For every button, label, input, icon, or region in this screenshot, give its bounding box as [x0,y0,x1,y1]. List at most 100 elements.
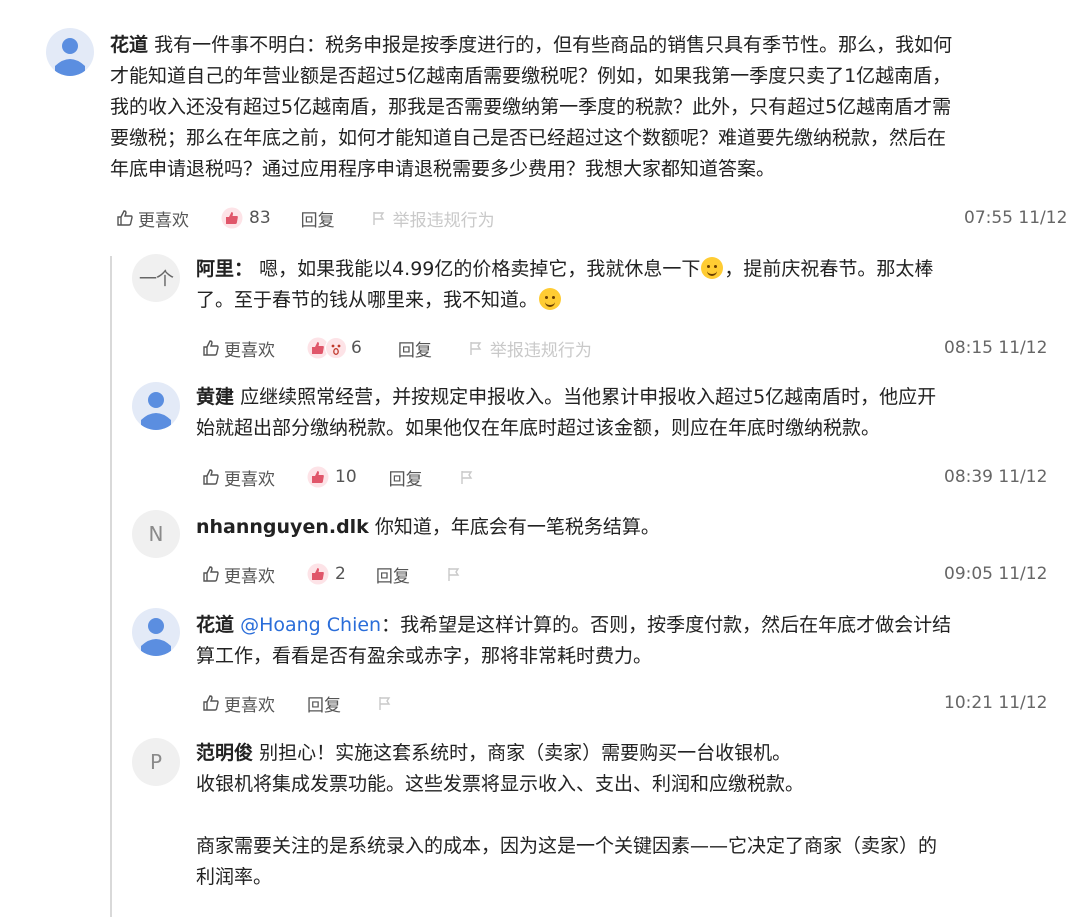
reply-actions: 更喜欢 10 回复 [202,464,475,490]
reply-author[interactable]: 阿里 [196,258,234,280]
thumbs-up-icon [117,210,133,226]
reply-button[interactable]: 回复 [398,336,432,361]
report-label: 举报违规行为 [392,210,495,231]
avatar[interactable]: N [132,510,180,558]
report-label: 举报违规行为 [489,340,592,361]
avatar-initials: P [149,750,163,774]
thread-line [110,256,112,917]
thumbs-up-icon [203,695,219,711]
author-separator: ： [234,258,254,280]
like-button[interactable]: 更喜欢 [202,465,275,490]
reply-text: 阿里： 嗯，如果我能以4.99亿的价格卖掉它，我就休息一下 ，提前庆祝春节。那太棒… [196,254,1056,316]
reply-line: 商家需要关注的是系统录入的成本，因为这是一个关键因素——它决定了商家（卖家）的 [196,835,938,857]
reaction-count[interactable]: 6 [307,337,362,359]
reply-time: 08:15 11/12 [944,338,1048,358]
like-button[interactable]: 更喜欢 [116,206,189,231]
reply-line: 应继续照常经营，并按规定申报收入。当他累计申报收入超过5亿越南盾时，他应开 [240,386,937,408]
flag-icon [448,568,460,581]
reply-text: 花道 @Hoang Chien：我希望是这样计算的。否则，按季度付款，然后在年底… [196,610,1056,672]
reaction-count[interactable]: 2 [307,563,346,585]
reply-author[interactable]: 范明俊 [196,742,253,764]
comment-line: 要缴税；那么在年底之前，如何才能知道自己是否已经超过这个数额呢？难道要先缴纳税款… [110,127,947,149]
comment-line: 才能知道自己的年营业额是否超过5亿越南盾需要缴税呢？例如，如果我第一季度只卖了1… [110,65,952,87]
thumbs-up-icon [203,340,219,356]
report-button[interactable]: 举报违规行为 [468,336,592,361]
reaction-count[interactable]: 83 [221,207,271,229]
reply-line: 始就超出部分缴纳税款。如果他仅在年底时超过该金额，则应在年底时缴纳税款。 [196,417,881,439]
reply-line: 算工作，看看是否有盈余或赤字，那将非常耗时费力。 [196,645,653,667]
avatar[interactable] [132,382,180,430]
avatar-initials: 一个 [139,269,174,290]
reply-button[interactable]: 回复 [307,691,341,716]
like-button[interactable]: 更喜欢 [202,562,275,587]
like-label: 更喜欢 [138,210,189,231]
like-label: 更喜欢 [224,469,275,490]
reply-time: 09:05 11/12 [944,564,1048,584]
thumbs-up-icon [203,469,219,485]
comment-line: 我的收入还没有超过5亿越南盾，那我是否需要缴纳第一季度的税款？此外，只有超过5亿… [110,96,952,118]
thumbs-up-icon [203,566,219,582]
reply-time: 10:21 11/12 [944,693,1048,713]
reply-button[interactable]: 回复 [376,562,410,587]
user-avatar-icon [141,618,171,656]
reply-time: 08:39 11/12 [944,467,1048,487]
reply-line: 利润率。 [196,866,273,888]
comment-line: 年底申请退税吗？通过应用程序申请退税需要多少费用？我想大家都知道答案。 [110,158,776,180]
like-reaction-icon [221,207,243,229]
wow-reaction-icon [325,337,347,359]
flag-icon [470,342,482,355]
reply-text: 范明俊 别担心！实施这套系统时，商家（卖家）需要购买一台收银机。 收银机将集成发… [196,738,1056,893]
flag-icon [372,212,384,225]
like-reaction-icon [307,466,329,488]
reaction-count-label: 83 [249,208,271,228]
reaction-count-label: 6 [351,338,362,358]
reply-line: ：我希望是这样计算的。否则，按季度付款，然后在年底才做会计结 [381,614,952,636]
reply-button[interactable]: 回复 [389,465,423,490]
flag-icon [379,697,391,710]
avatar[interactable]: 一个 [132,254,180,302]
comment-text: 花道 我有一件事不明白：税务申报是按季度进行的，但有些商品的销售只具有季节性。那… [110,30,1070,185]
report-button[interactable] [446,566,462,582]
reply-line: 了。至于春节的钱从哪里来，我不知道。 [196,289,539,311]
report-button[interactable] [459,469,475,485]
reply-actions: 更喜欢 2 回复 [202,561,462,587]
avatar[interactable]: P [132,738,180,786]
reply-line: ，提前庆祝春节。那太棒 [724,258,934,280]
comment-author[interactable]: 花道 [110,34,148,56]
avatar-initials: N [148,522,164,546]
mention-link[interactable]: @Hoang Chien [240,614,381,636]
reply-text: nhannguyen.dlk 你知道，年底会有一笔税务结算。 [196,512,1056,543]
reply-line: 嗯，如果我能以4.99亿的价格卖掉它，我就休息一下 [259,258,701,280]
reaction-count[interactable]: 10 [307,466,357,488]
comment-actions: 更喜欢 83 回复 举报违规行为 [116,205,495,231]
comment-time: 07:55 11/12 [964,208,1068,228]
reply-text: 黄建 应继续照常经营，并按规定申报收入。当他累计申报收入超过5亿越南盾时，他应开… [196,382,1056,444]
reply-actions: 更喜欢 6 回复 举报违规行为 [202,335,592,361]
reply-author[interactable]: 花道 [196,614,234,636]
like-reaction-icon [307,563,329,585]
smile-emoji-icon [539,288,562,310]
flag-icon [460,471,472,484]
reply-line: 你知道，年底会有一笔税务结算。 [374,516,660,538]
comment-line: 我有一件事不明白：税务申报是按季度进行的，但有些商品的销售只具有季节性。那么，我… [154,34,953,56]
like-label: 更喜欢 [224,340,275,361]
like-label: 更喜欢 [224,566,275,587]
like-button[interactable]: 更喜欢 [202,691,275,716]
reply-line: 别担心！实施这套系统时，商家（卖家）需要购买一台收银机。 [259,742,792,764]
reply-line: 收银机将集成发票功能。这些发票将显示收入、支出、利润和应缴税款。 [196,773,805,795]
report-button[interactable] [377,695,393,711]
reaction-count-label: 10 [335,467,357,487]
reply-author[interactable]: nhannguyen.dlk [196,516,369,538]
reply-button[interactable]: 回复 [301,206,335,231]
user-avatar-icon [55,38,85,76]
reply-actions: 更喜欢 回复 [202,690,393,716]
avatar[interactable] [132,608,180,656]
report-button[interactable]: 举报违规行为 [371,206,495,231]
like-button[interactable]: 更喜欢 [202,336,275,361]
wink-emoji-icon [701,257,724,279]
reply-author[interactable]: 黄建 [196,386,234,408]
avatar[interactable] [46,28,94,76]
user-avatar-icon [141,392,171,430]
reaction-count-label: 2 [335,564,346,584]
like-label: 更喜欢 [224,695,275,716]
